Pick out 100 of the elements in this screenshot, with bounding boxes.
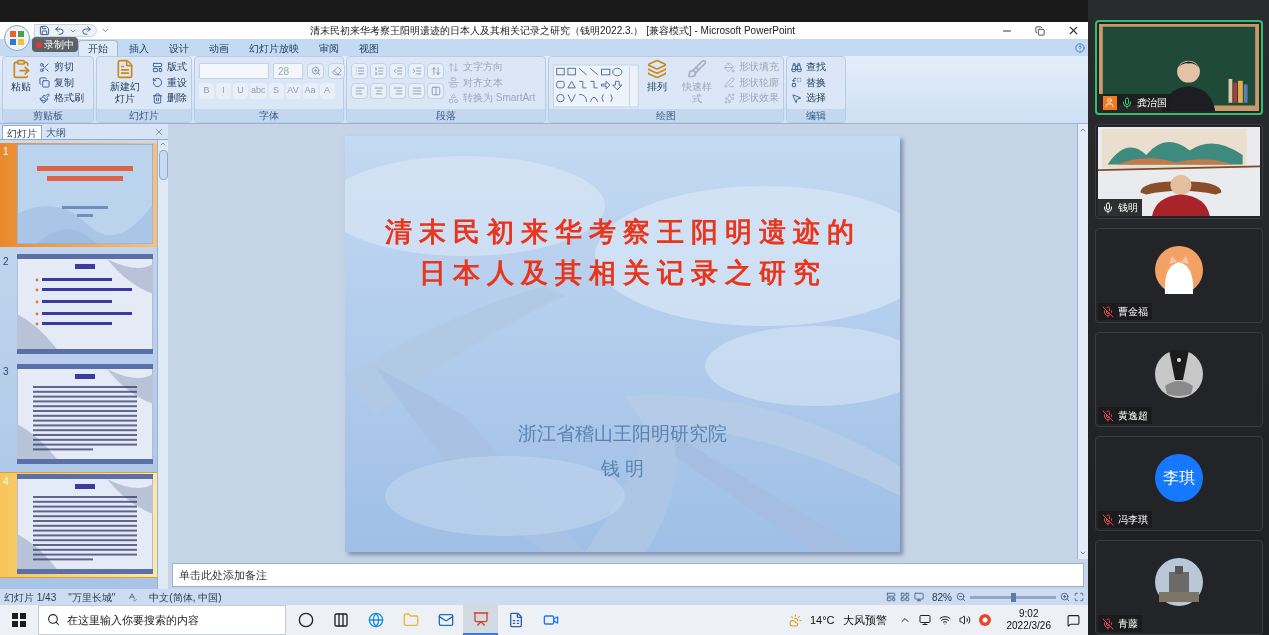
command-icon xyxy=(448,77,459,89)
task-view-icon xyxy=(332,612,349,628)
windows-icon[interactable] xyxy=(12,613,26,627)
close-icon[interactable] xyxy=(1067,24,1080,37)
customize-icon[interactable] xyxy=(101,26,110,35)
command-icon xyxy=(39,92,50,104)
slide-thumbnail[interactable] xyxy=(17,254,153,354)
slide-thumbnail[interactable] xyxy=(17,474,153,574)
group-label: 编辑 xyxy=(787,109,845,122)
command-icon xyxy=(39,77,50,89)
ribbon-tab[interactable]: 开始 xyxy=(78,40,118,56)
document-icon xyxy=(507,612,524,628)
save-icon[interactable] xyxy=(39,25,50,36)
paragraph-tool-icon[interactable] xyxy=(351,63,368,79)
ribbon-button[interactable]: 剪切 xyxy=(39,61,84,74)
slide-thumbnail[interactable] xyxy=(17,364,153,464)
paragraph-tool-icon[interactable] xyxy=(389,63,406,79)
ribbon-tab[interactable]: 设计 xyxy=(160,40,198,56)
avatar: 李琪 xyxy=(1154,454,1203,502)
zoom-slider[interactable] xyxy=(970,595,1056,599)
scrollbar[interactable] xyxy=(1077,124,1088,559)
restore-icon[interactable] xyxy=(1035,25,1045,36)
ribbon-button[interactable]: 排列 xyxy=(642,59,671,93)
ribbon-button[interactable]: 版式 xyxy=(152,61,187,74)
command-icon xyxy=(39,61,50,73)
participant-name: 青藤 xyxy=(1117,617,1138,631)
pane-tab[interactable]: 幻灯片 xyxy=(2,125,42,139)
zoom-in-icon[interactable] xyxy=(1060,592,1070,602)
slide-title: 清末民初来华考察王阳明遗迹的 xyxy=(384,216,861,249)
alignment-icon[interactable] xyxy=(427,83,444,99)
ribbon-button[interactable]: 选择 xyxy=(791,92,826,105)
slide-counter: 幻灯片 1/43 xyxy=(4,590,57,605)
group-label: 剪贴板 xyxy=(3,109,93,122)
slideshow-icon[interactable] xyxy=(914,592,924,602)
paragraph-tool-icon[interactable] xyxy=(408,63,425,79)
display-icon[interactable] xyxy=(918,614,931,626)
group-label: 幻灯片 xyxy=(97,109,191,122)
font-name-field[interactable] xyxy=(199,63,269,79)
group-label: 绘图 xyxy=(549,109,783,122)
notification-icon[interactable] xyxy=(1067,613,1080,627)
grow-font-icon[interactable] xyxy=(307,63,324,79)
ribbon-button[interactable]: 重设 xyxy=(152,76,187,89)
alignment-icon[interactable] xyxy=(408,83,425,99)
app-tray-icon[interactable] xyxy=(978,614,991,626)
fit-window-icon[interactable] xyxy=(1074,592,1084,602)
search-field[interactable]: 在这里输入你要搜索的内容 xyxy=(38,605,286,635)
command-icon xyxy=(791,92,802,104)
help-icon[interactable] xyxy=(1075,43,1085,53)
office-logo-icon xyxy=(9,30,25,46)
ribbon-button[interactable]: 粘贴 xyxy=(7,59,35,93)
command-icon xyxy=(724,61,735,73)
ribbon-button[interactable]: 查找 xyxy=(791,61,826,74)
zoom-out-icon[interactable] xyxy=(956,592,966,602)
slide-thumbnail[interactable] xyxy=(17,144,153,244)
slide-list-item[interactable]: 2 xyxy=(0,253,157,357)
ribbon-tab[interactable]: 审阅 xyxy=(310,40,348,56)
ribbon-button[interactable]: 删除 xyxy=(152,92,187,105)
language-label: 中文(简体, 中国) xyxy=(149,590,222,605)
ribbon-button[interactable]: 复制 xyxy=(39,76,84,89)
recording-badge: 录制中 xyxy=(32,37,78,52)
slide-subtitle: 浙江省稽山王阳明研究院 xyxy=(518,422,727,446)
ribbon-button[interactable]: 替换 xyxy=(791,76,826,89)
scroll-down-icon[interactable] xyxy=(1079,549,1087,557)
undo-icon[interactable] xyxy=(54,25,65,36)
scroll-up-icon[interactable] xyxy=(159,140,167,148)
slide-list-item[interactable]: 3 xyxy=(0,363,157,467)
ribbon-tab[interactable]: 幻灯片放映 xyxy=(240,40,308,56)
scrollbar[interactable] xyxy=(157,140,168,589)
paragraph-tool-icon[interactable] xyxy=(427,63,444,79)
wifi-icon[interactable] xyxy=(938,614,951,626)
ribbon-button[interactable]: 新建幻灯片 xyxy=(101,59,148,105)
ribbon-tab[interactable]: 插入 xyxy=(120,40,158,56)
command-icon xyxy=(448,92,459,104)
volume-icon[interactable] xyxy=(958,614,971,626)
scroll-thumb[interactable] xyxy=(158,150,168,180)
command-icon xyxy=(724,92,735,104)
normal-view-icon[interactable] xyxy=(886,592,896,602)
paragraph-tool-icon[interactable] xyxy=(370,63,387,79)
participant-name: 龚治国 xyxy=(1136,96,1167,110)
shapes-gallery[interactable] xyxy=(553,63,639,109)
alignment-icon[interactable] xyxy=(370,83,387,99)
notes-field[interactable]: 单击此处添加备注 xyxy=(172,563,1084,587)
redo-icon[interactable] xyxy=(81,25,92,36)
command-icon xyxy=(791,77,802,89)
slider-thumb[interactable] xyxy=(1011,592,1016,602)
alignment-icon[interactable] xyxy=(389,83,406,99)
ribbon-button[interactable]: 格式刷 xyxy=(39,92,84,105)
ribbon-tab[interactable]: 动画 xyxy=(200,40,238,56)
participant-name: 黄逸超 xyxy=(1117,409,1148,423)
pane-tab[interactable]: 大纲 xyxy=(42,125,70,139)
ribbon-tab[interactable]: 视图 xyxy=(350,40,388,56)
alignment-icon[interactable] xyxy=(351,83,368,99)
scroll-up-icon[interactable] xyxy=(1079,126,1087,134)
clear-format-icon[interactable] xyxy=(328,63,345,79)
weather-alert-label: 大风预警 xyxy=(842,612,887,628)
sorter-view-icon[interactable] xyxy=(900,592,910,602)
spellcheck-icon[interactable] xyxy=(127,592,138,602)
participant-name: 曹金福 xyxy=(1117,305,1148,319)
theme-name: "万里长城" xyxy=(68,590,116,605)
mail-icon xyxy=(437,612,454,628)
